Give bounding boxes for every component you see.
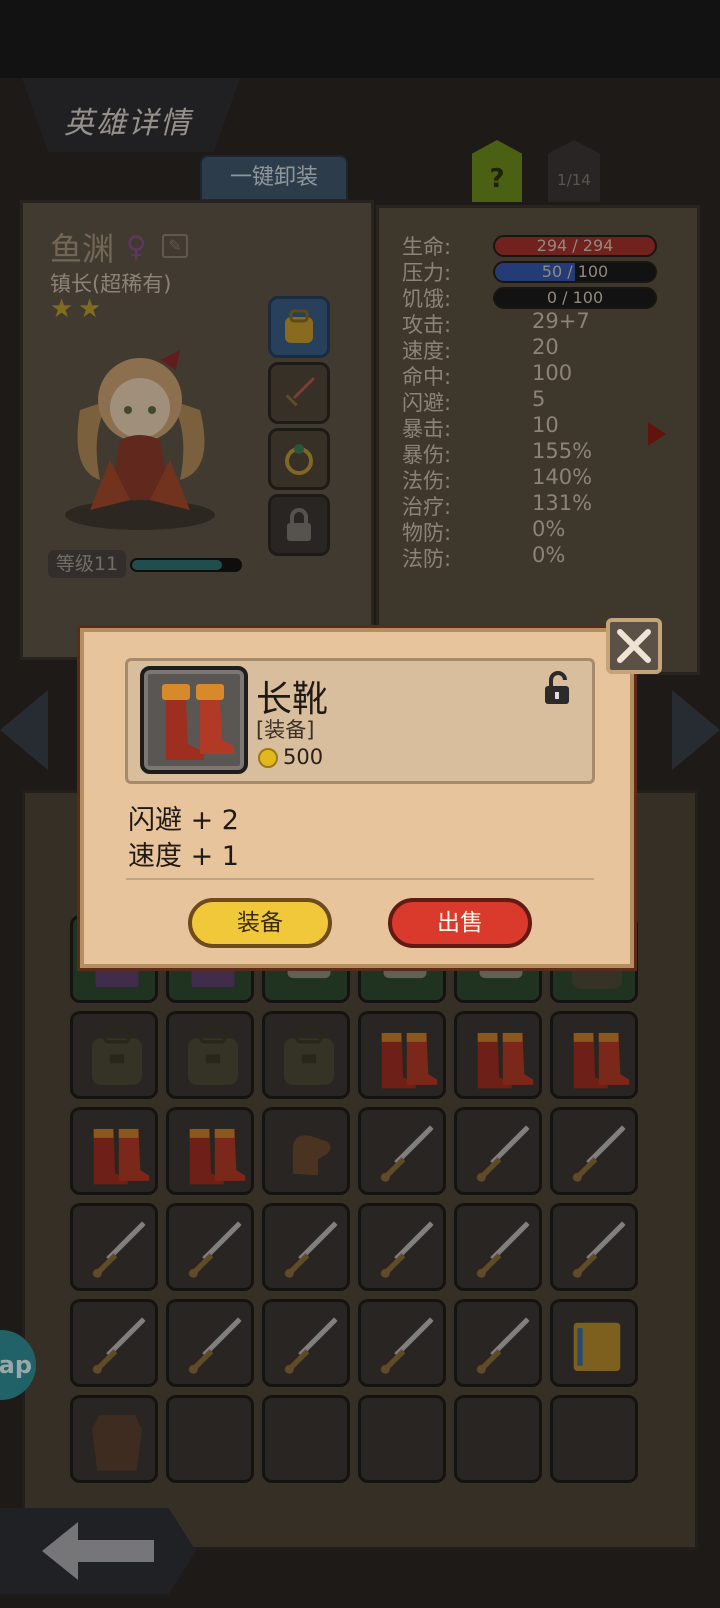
sell-button[interactable]: 出售 xyxy=(388,898,532,948)
top-bar xyxy=(0,0,720,78)
unlock-icon[interactable] xyxy=(542,670,572,706)
item-icon-frame xyxy=(140,666,248,774)
close-button[interactable] xyxy=(606,618,662,674)
item-effect: 速度 + 1 xyxy=(128,841,239,872)
close-icon xyxy=(617,629,651,663)
item-price: 500 xyxy=(283,745,324,769)
item-effect: 闪避 + 2 xyxy=(128,805,239,836)
equip-button[interactable]: 装备 xyxy=(188,898,332,948)
boots-icon xyxy=(162,684,234,760)
divider xyxy=(126,878,594,880)
coin-icon xyxy=(258,748,278,768)
item-type: [装备] xyxy=(256,718,315,742)
